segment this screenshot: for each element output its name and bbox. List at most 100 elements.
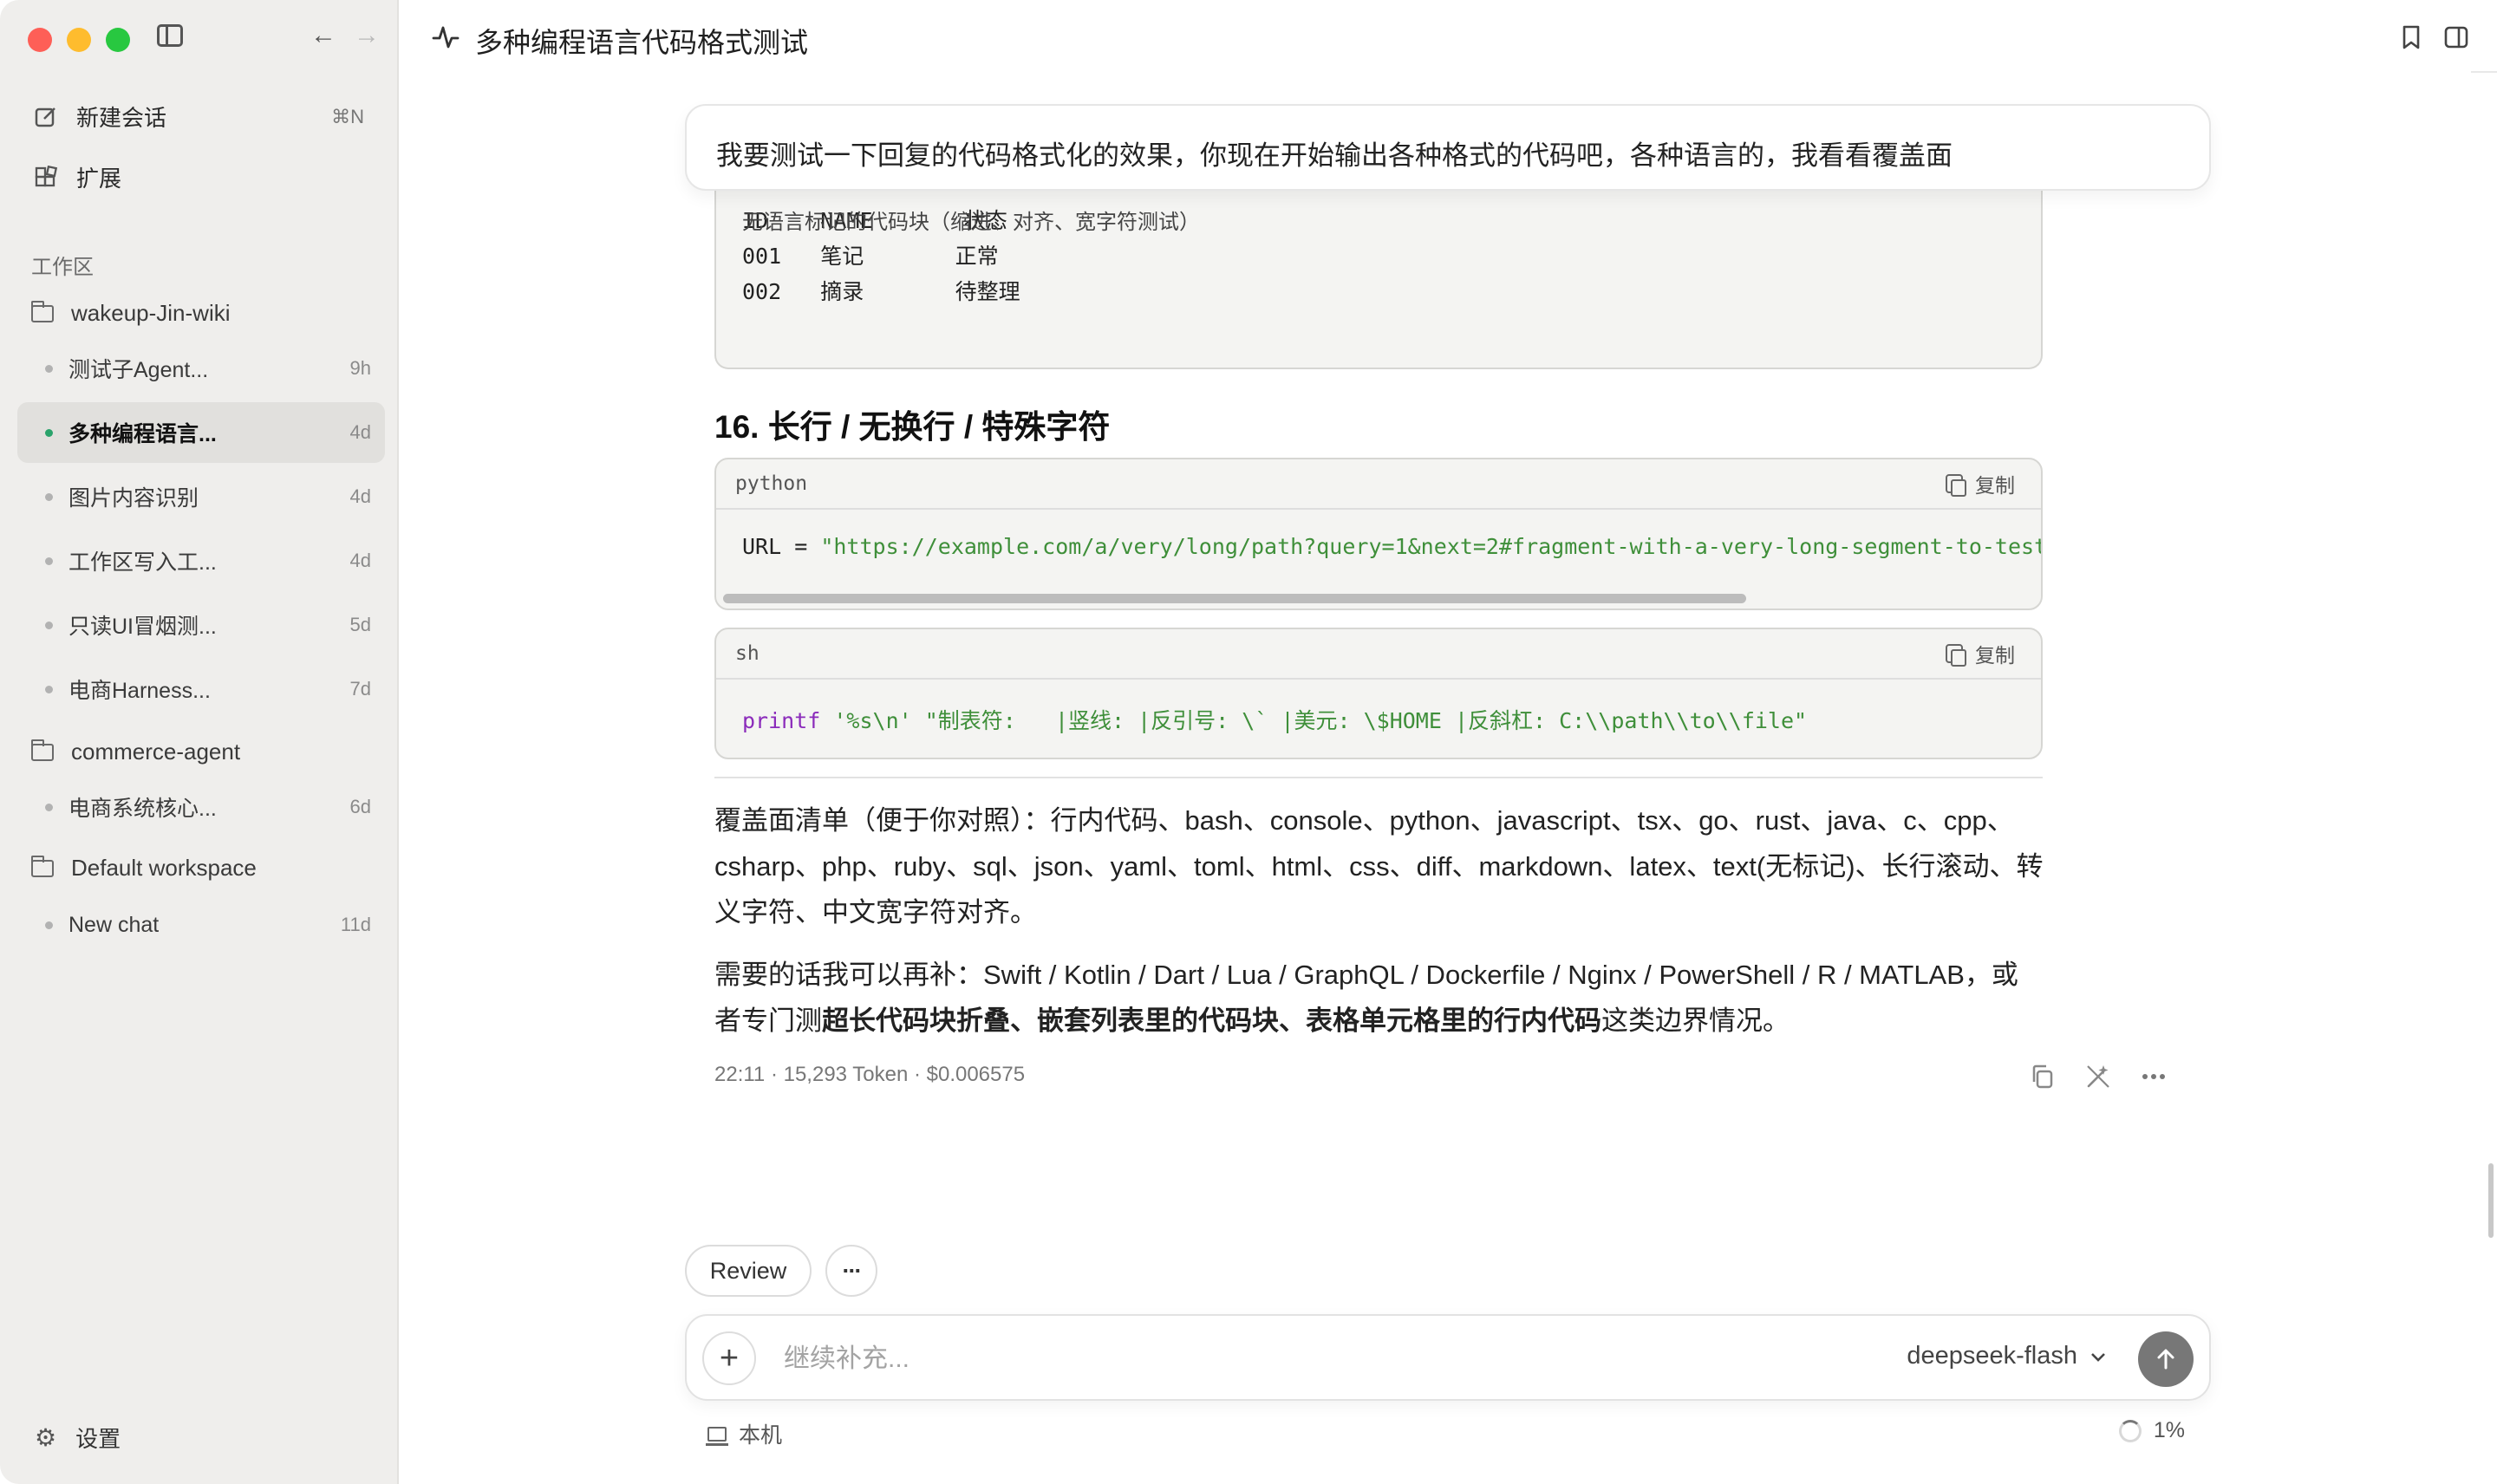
- chat-item[interactable]: 工作区写入工... 4d: [17, 530, 385, 591]
- new-chat-label: 新建会话: [76, 105, 167, 131]
- model-selector[interactable]: deepseek-flash: [1907, 1342, 2107, 1370]
- more-options-icon[interactable]: [2140, 1063, 2168, 1097]
- chat-age: 4d: [349, 485, 371, 507]
- code-header: sh 复制: [716, 629, 2041, 680]
- code-token: URL =: [742, 534, 821, 559]
- extensions-button[interactable]: 扩展: [33, 161, 121, 193]
- code-header: python 复制: [716, 459, 2041, 510]
- chat-title: New chat: [68, 912, 160, 937]
- chat-title: 工作区写入工...: [68, 550, 217, 575]
- chat-status-dot: [45, 492, 53, 501]
- emphasis-text: 表格单元格里的行内代码: [1306, 1006, 1601, 1036]
- forward-arrow-icon[interactable]: →: [354, 23, 380, 49]
- chat-status-dot: [45, 428, 53, 437]
- chat-title: 图片内容识别: [68, 486, 199, 511]
- workspace-default[interactable]: Default workspace: [30, 855, 257, 882]
- emphasis-text: 超长代码块折叠: [822, 1006, 1010, 1036]
- divider: [714, 777, 2043, 778]
- workspace-name: Default workspace: [71, 855, 257, 881]
- minimize-window-button[interactable]: [67, 28, 91, 52]
- chat-title: 测试子Agent...: [68, 358, 209, 382]
- review-button[interactable]: Review: [685, 1245, 812, 1297]
- extensions-icon: [33, 165, 59, 191]
- chat-age: 11d: [340, 914, 371, 935]
- sidebar-toggle-icon[interactable]: [157, 24, 183, 47]
- python-code-block: python 复制 URL = "https://example.com/a/v…: [714, 458, 2043, 610]
- maximize-window-button[interactable]: [106, 28, 130, 52]
- review-label: Review: [709, 1257, 787, 1284]
- bookmark-icon[interactable]: [2400, 24, 2422, 55]
- copy-label: 复制: [1975, 644, 2015, 667]
- copy-icon: [1946, 474, 1966, 497]
- chat-title: 电商Harness...: [68, 679, 211, 703]
- more-actions-button[interactable]: ···: [825, 1245, 877, 1297]
- code-language: python: [735, 472, 808, 495]
- chat-status-dot: [45, 803, 53, 811]
- followup-paragraph: 需要的话我可以再补：Swift / Kotlin / Dart / Lua / …: [714, 952, 2032, 1044]
- copy-button[interactable]: 复制: [1946, 469, 2015, 498]
- code-keyword: printf: [742, 708, 821, 733]
- environment-selector[interactable]: 本机: [706, 1418, 783, 1449]
- chat-item[interactable]: 只读UI冒烟测... 5d: [17, 595, 385, 655]
- chat-age: 4d: [349, 550, 371, 571]
- code-line: 002 摘录 待整理: [742, 279, 1020, 304]
- sidebar: ← → 新建会话 ⌘N 扩展 工作区 wakeup-Jin-wiki 测试子Ag…: [0, 0, 399, 1484]
- environment-label: 本机: [739, 1423, 783, 1448]
- sh-code-block: sh 复制 printf '%s\n' "制表符: |竖线: |反引号: \` …: [714, 628, 2043, 759]
- chat-item[interactable]: 电商系统核心... 6d: [17, 777, 385, 837]
- send-button[interactable]: [2138, 1331, 2194, 1387]
- workspace-wakeup-jin-wiki[interactable]: wakeup-Jin-wiki: [30, 300, 231, 327]
- activity-icon: [432, 23, 460, 56]
- user-message-text: 我要测试一下回复的代码格式化的效果，你现在开始输出各种格式的代码吧，各种语言的，…: [716, 140, 1953, 171]
- magic-wand-icon[interactable]: [2084, 1063, 2112, 1097]
- copy-button[interactable]: 复制: [1946, 639, 2015, 668]
- horizontal-scrollbar[interactable]: [723, 594, 1746, 603]
- context-usage: 1%: [2118, 1418, 2185, 1443]
- page-title: 多种编程语言代码格式测试: [475, 27, 809, 58]
- chat-status-dot: [45, 621, 53, 629]
- workspace-section-label: 工作区: [31, 256, 94, 279]
- message-input[interactable]: [784, 1340, 1651, 1378]
- chat-item[interactable]: 图片内容识别 4d: [17, 466, 385, 527]
- back-arrow-icon[interactable]: ←: [310, 23, 336, 49]
- chat-status-dot: [45, 556, 53, 565]
- folder-icon: [30, 300, 54, 322]
- scroll-marker: [2471, 71, 2497, 73]
- chat-item-active[interactable]: 多种编程语言... 4d: [17, 402, 385, 463]
- followup-text: 这类边界情况。: [1601, 1006, 1790, 1036]
- code-content: URL = "https://example.com/a/very/long/p…: [716, 510, 2041, 559]
- right-panel-toggle-icon[interactable]: [2443, 24, 2469, 55]
- chat-item[interactable]: 测试子Agent... 9h: [17, 338, 385, 399]
- copy-label: 复制: [1975, 474, 2015, 497]
- chat-title: 只读UI冒烟测...: [68, 615, 217, 639]
- chat-item[interactable]: New chat 11d: [17, 895, 385, 955]
- workspace-commerce-agent[interactable]: commerce-agent: [30, 739, 241, 765]
- copy-message-icon[interactable]: [2029, 1063, 2057, 1097]
- code-line: 001 笔记 正常: [742, 244, 999, 269]
- chat-title: 电商系统核心...: [68, 797, 217, 821]
- new-chat-button[interactable]: 新建会话: [33, 101, 166, 133]
- folder-icon: [30, 855, 54, 877]
- extensions-label: 扩展: [76, 166, 122, 192]
- add-attachment-button[interactable]: +: [702, 1331, 756, 1385]
- chat-status-dot: [45, 921, 53, 929]
- arrow-up-icon: [2157, 1349, 2174, 1370]
- settings-button[interactable]: ⚙ 设置: [35, 1422, 121, 1454]
- vertical-scrollbar[interactable]: [2488, 1163, 2494, 1238]
- chat-age: 5d: [349, 614, 371, 635]
- code-string: '%s\n' "制表符: |竖线: |反引号: \` |美元: \$HOME |…: [820, 708, 1808, 733]
- settings-label: 设置: [75, 1426, 121, 1452]
- workspace-name: commerce-agent: [71, 739, 241, 765]
- chat-age: 7d: [349, 678, 371, 700]
- chat-age: 9h: [349, 357, 371, 379]
- composer: + deepseek-flash: [685, 1314, 2211, 1401]
- section-heading: 16. 长行 / 无换行 / 特殊字符: [714, 409, 1111, 445]
- chat-item[interactable]: 电商Harness... 7d: [17, 659, 385, 719]
- close-window-button[interactable]: [28, 28, 52, 52]
- gear-icon: ⚙: [35, 1424, 57, 1451]
- chat-status-dot: [45, 685, 53, 693]
- emphasis-text: 嵌套列表里的代码块: [1037, 1006, 1279, 1036]
- copy-icon: [1946, 644, 1966, 667]
- code-content: printf '%s\n' "制表符: |竖线: |反引号: \` |美元: \…: [716, 680, 2041, 735]
- context-percent: 1%: [2153, 1418, 2185, 1442]
